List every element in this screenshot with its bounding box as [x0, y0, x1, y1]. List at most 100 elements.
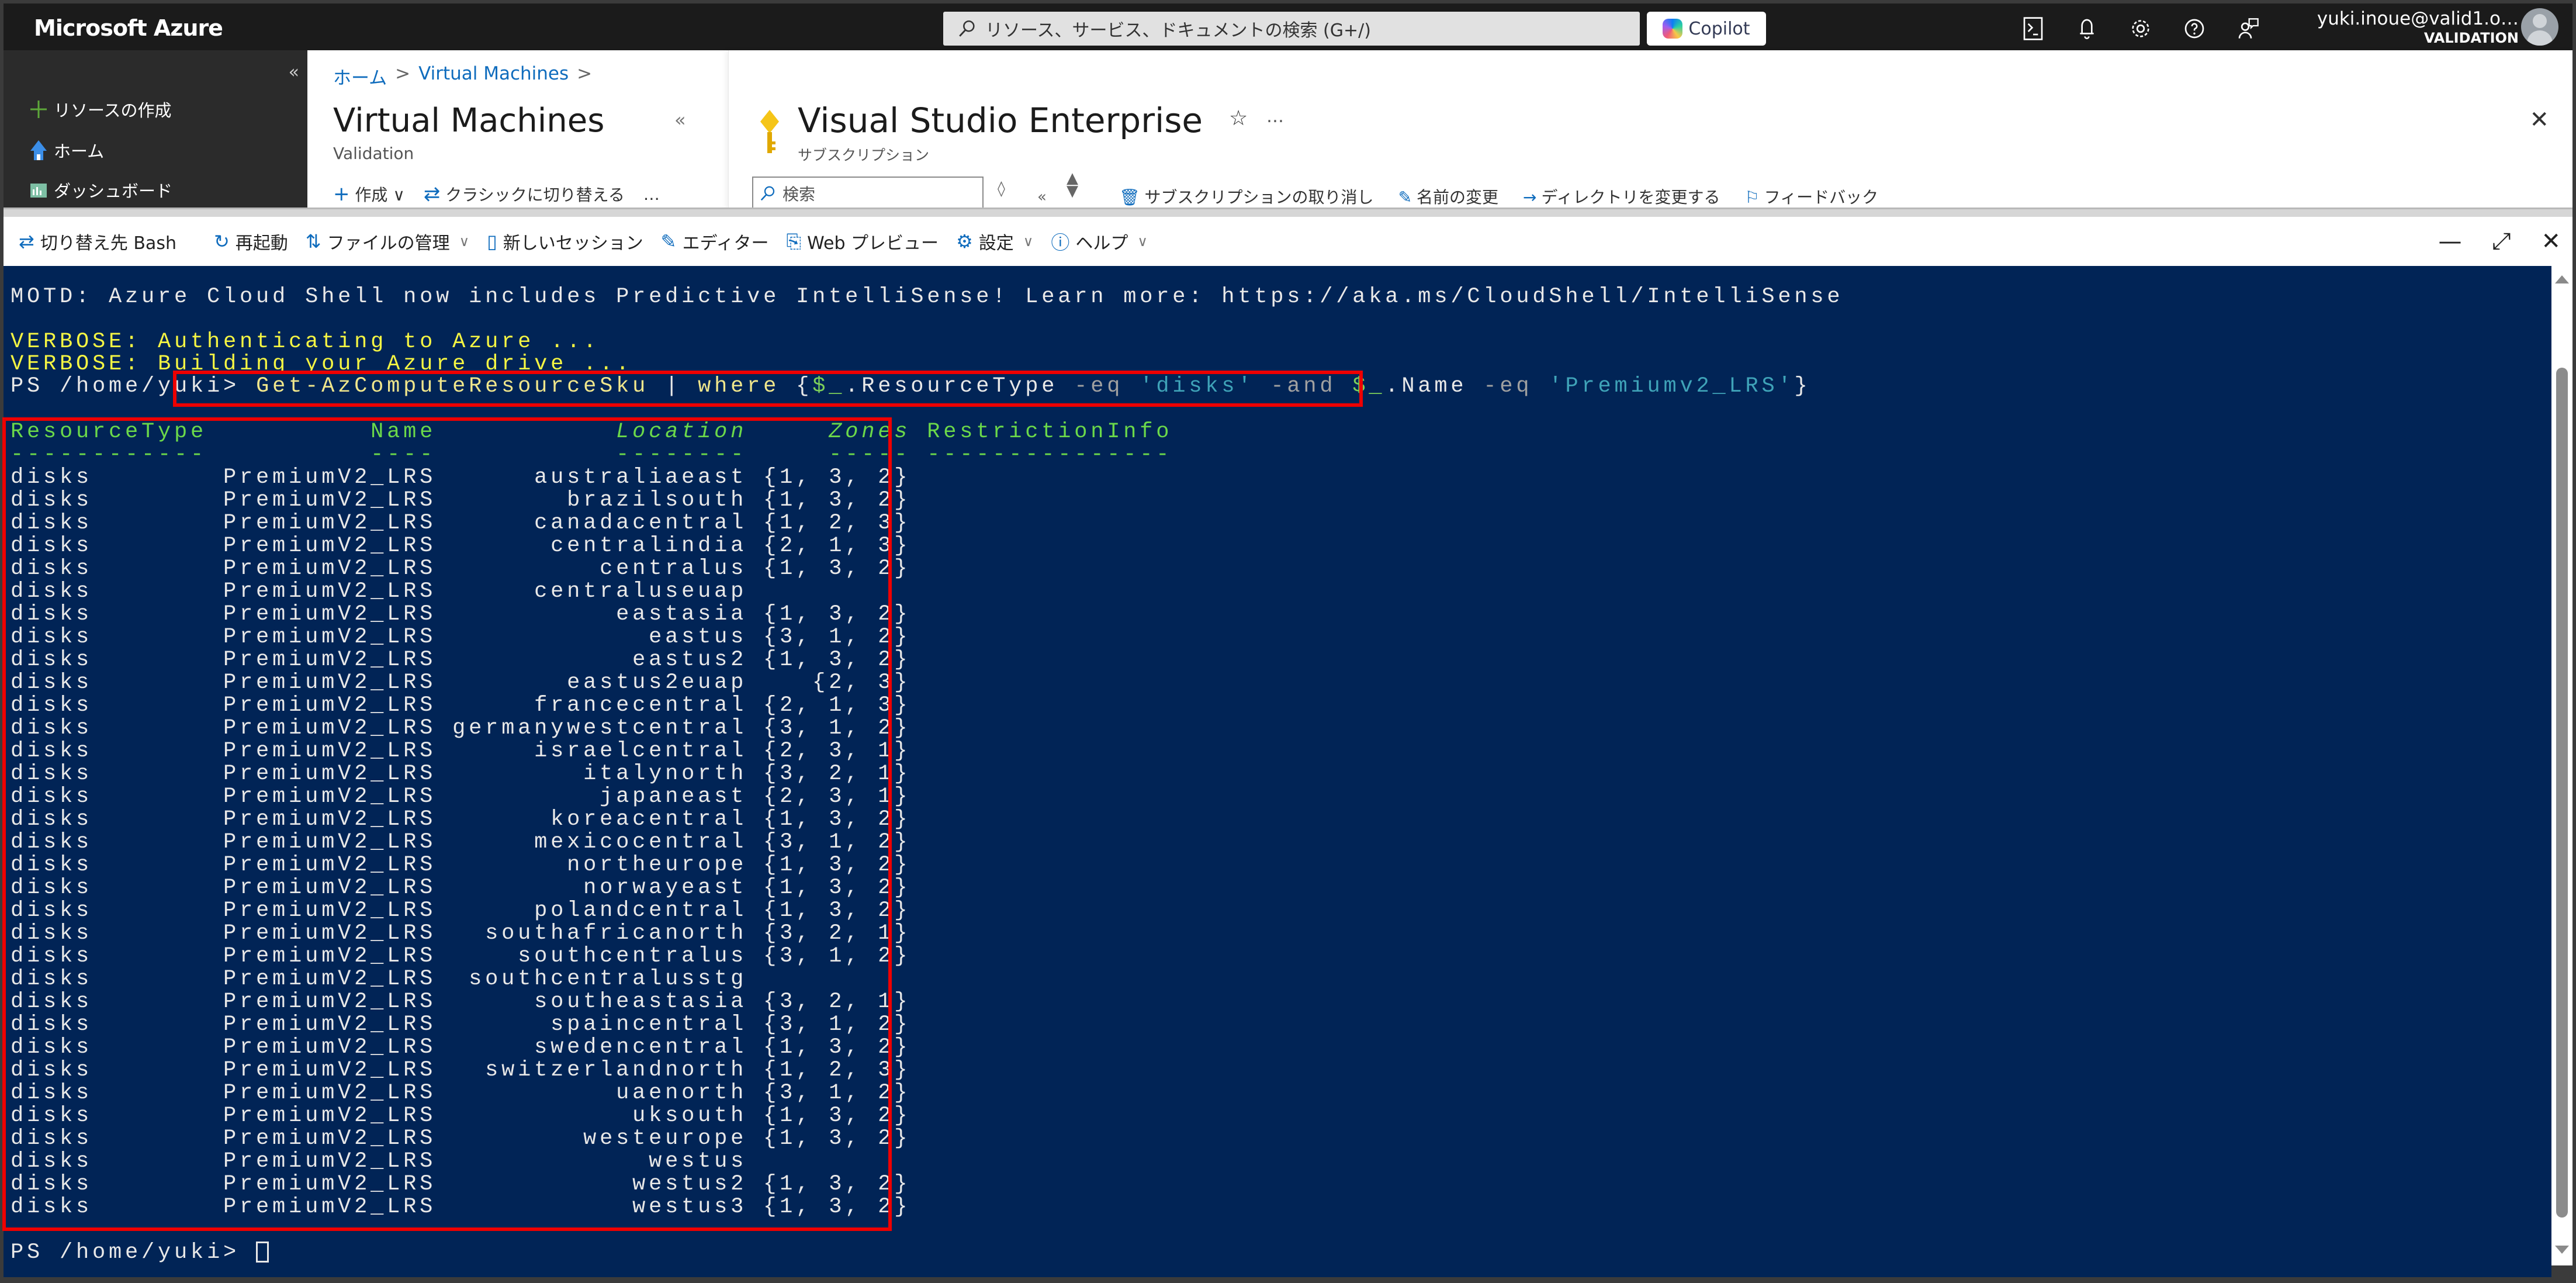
change-directory-button[interactable]: → ディレクトリを変更する: [1523, 185, 1720, 208]
cell-name: PremiumV2_LRS: [223, 1172, 437, 1196]
avatar[interactable]: [2521, 8, 2558, 46]
account-email: yuki.inoue@valid1.o…: [2317, 8, 2519, 29]
cell-resourcetype: disks: [11, 1035, 224, 1060]
new-session-button[interactable]: ▯ 新しいセッション: [487, 229, 643, 254]
change-directory-label: ディレクトリを変更する: [1541, 188, 1720, 207]
table-row: disks PremiumV2_LRS canadacentral {1, 2,…: [11, 512, 910, 535]
sidebar-item-home[interactable]: ホーム: [29, 138, 104, 162]
vm-blade-collapse-button[interactable]: «: [674, 109, 686, 131]
breadcrumb-home[interactable]: ホーム: [333, 63, 387, 89]
global-search-placeholder: リソース、サービス、ドキュメントの検索 (G+/): [985, 20, 1371, 41]
cell-name: PremiumV2_LRS: [223, 716, 437, 741]
feedback-icon[interactable]: [2235, 14, 2262, 43]
more-options-button[interactable]: …: [1266, 106, 1284, 127]
cell-zones: {1, 3, 2}: [747, 602, 911, 627]
cell-name: PremiumV2_LRS: [223, 602, 437, 627]
cell-zones: {3, 1, 2}: [747, 716, 911, 741]
shell-help-label: ヘルプ: [1075, 233, 1128, 254]
scroll-thumb[interactable]: [2556, 368, 2568, 1218]
subscription-search-input[interactable]: 検索: [752, 177, 984, 209]
table-row: disks PremiumV2_LRS southeastasia {3, 2,…: [11, 991, 910, 1014]
vm-command-bar: + 作成 ∨ ⇄ クラシックに切り替える …: [333, 182, 660, 206]
sort-toggle-icon[interactable]: ◊: [998, 180, 1005, 198]
settings-icon[interactable]: [2127, 14, 2154, 43]
switch-to-bash-label: 切り替え先 Bash: [40, 233, 176, 254]
global-search-input[interactable]: リソース、サービス、ドキュメントの検索 (G+/): [943, 12, 1640, 46]
account-tenant: VALIDATION: [2423, 30, 2519, 46]
cloud-shell-icon[interactable]: [2020, 14, 2047, 43]
search-icon: [760, 186, 775, 201]
shell-help-button[interactable]: ⓘ ヘルプ ∨: [1051, 228, 1148, 255]
editor-button[interactable]: ✎ エディター: [661, 229, 769, 254]
cell-resourcetype: disks: [11, 739, 224, 763]
cell-resourcetype: disks: [11, 762, 224, 786]
cell-resourcetype: disks: [11, 876, 224, 900]
restart-icon: ↻: [213, 230, 230, 253]
table-row: disks PremiumV2_LRS eastus2 {1, 3, 2}: [11, 649, 910, 672]
cell-name: PremiumV2_LRS: [223, 693, 437, 718]
terminal[interactable]: MOTD: Azure Cloud Shell now includes Pre…: [4, 266, 2551, 1277]
close-shell-button[interactable]: ✕: [2541, 228, 2561, 255]
help-icon[interactable]: [2181, 14, 2208, 43]
more-commands-button[interactable]: …: [643, 185, 660, 204]
cell-location: mexicocentral: [436, 830, 747, 855]
switch-to-bash-button[interactable]: ⇄ 切り替え先 Bash: [19, 229, 176, 254]
table-row: disks PremiumV2_LRS uksouth {1, 3, 2}: [11, 1105, 910, 1128]
cell-zones: {3, 1, 2}: [747, 830, 911, 855]
cell-location: westeurope: [436, 1126, 747, 1151]
notifications-icon[interactable]: [2073, 14, 2100, 43]
cell-location: centralus: [436, 556, 747, 581]
azure-brand[interactable]: Microsoft Azure: [34, 15, 223, 41]
sidebar-item-label: ホーム: [54, 141, 105, 161]
property: .ResourceType: [845, 374, 1075, 399]
table-row: disks PremiumV2_LRS eastus {3, 1, 2}: [11, 626, 910, 649]
table-row: disks PremiumV2_LRS switzerlandnorth {1,…: [11, 1059, 910, 1082]
maximize-button[interactable]: ⤢: [2492, 228, 2511, 255]
favorite-star-icon[interactable]: ☆: [1229, 106, 1248, 130]
restart-label: 再起動: [235, 233, 288, 254]
cell-resourcetype: disks: [11, 716, 224, 741]
cloud-shell-toolbar: ⇄ 切り替え先 Bash ↻ 再起動 ⇅ ファイルの管理 ∨ ▯ 新しいセッション ✎ エデ…: [4, 217, 2572, 266]
cell-resourcetype: disks: [11, 967, 224, 991]
create-button[interactable]: + 作成 ∨: [333, 182, 405, 206]
edit-icon: ✎: [1398, 188, 1412, 207]
cell-zones: {1, 3, 2}: [747, 1172, 911, 1196]
cell-name: PremiumV2_LRS: [223, 625, 437, 649]
table-row: disks PremiumV2_LRS spaincentral {3, 1, …: [11, 1014, 910, 1036]
table-row: disks PremiumV2_LRS westus: [11, 1150, 747, 1173]
sidebar-item-create-resource[interactable]: リソースの作成: [29, 97, 172, 122]
rename-button[interactable]: ✎ 名前の変更: [1398, 185, 1498, 208]
shell-settings-button[interactable]: ⚙ 設定 ∨: [956, 229, 1033, 254]
cell-resourcetype: disks: [11, 693, 224, 718]
scroll-arrows-icon[interactable]: ▲ ▼: [1067, 171, 1078, 199]
chevron-down-icon: ∨: [393, 185, 405, 205]
feedback-button[interactable]: ⚐ フィードバック: [1745, 185, 1879, 208]
cell-resourcetype: disks: [11, 1149, 224, 1174]
manage-files-button[interactable]: ⇅ ファイルの管理 ∨: [306, 229, 469, 254]
cell-location: brazilsouth: [436, 488, 747, 513]
copilot-button[interactable]: Copilot: [1647, 12, 1766, 46]
cell-zones: {1, 3, 2}: [747, 488, 911, 513]
scroll-up-arrow-icon[interactable]: [2555, 275, 2569, 283]
switch-to-classic-button[interactable]: ⇄ クラシックに切り替える: [424, 182, 625, 206]
cell-name: PremiumV2_LRS: [223, 784, 437, 809]
shell-resize-handle[interactable]: [4, 208, 2572, 217]
cancel-subscription-button[interactable]: 🗑 サブスクリプションの取り消し: [1119, 185, 1374, 208]
collapse-menu-icon[interactable]: «: [1037, 188, 1047, 206]
minimize-button[interactable]: —: [2438, 228, 2461, 255]
scroll-down-arrow-icon[interactable]: [2555, 1246, 2569, 1254]
terminal-scrollbar[interactable]: [2551, 266, 2572, 1265]
web-preview-button[interactable]: ⎘ Web プレビュー: [787, 229, 939, 254]
cell-location: northeurope: [436, 853, 747, 877]
table-row: disks PremiumV2_LRS westus2 {1, 3, 2}: [11, 1173, 910, 1196]
breadcrumb-virtual-machines[interactable]: Virtual Machines: [418, 63, 569, 89]
sidebar-collapse-button[interactable]: «: [289, 62, 299, 82]
sidebar-item-dashboard[interactable]: ダッシュボード: [29, 178, 172, 202]
cell-zones: {2, 3, 1}: [747, 739, 911, 763]
account-info[interactable]: yuki.inoue@valid1.o… VALIDATION: [2317, 8, 2519, 47]
table-row: disks PremiumV2_LRS eastasia {1, 3, 2}: [11, 603, 910, 626]
restart-button[interactable]: ↻ 再起動: [214, 229, 288, 254]
search-icon: [959, 20, 975, 37]
chevron-down-icon: ∨: [459, 233, 470, 250]
close-blade-button[interactable]: ✕: [2529, 106, 2549, 133]
